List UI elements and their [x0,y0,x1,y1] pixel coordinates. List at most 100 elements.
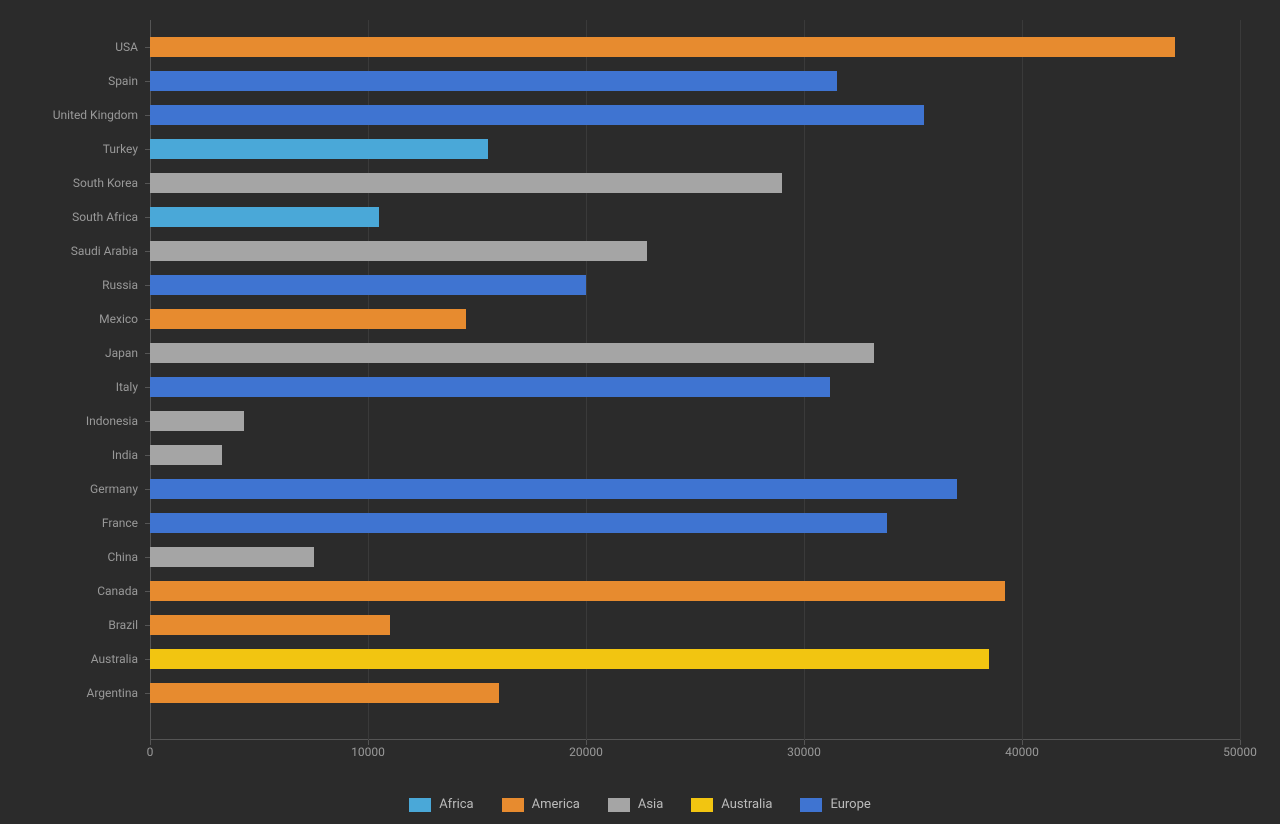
y-axis-label: USA [8,30,138,64]
legend-label: America [532,797,580,812]
y-tick [145,319,150,320]
y-axis-label: Saudi Arabia [8,234,138,268]
bar[interactable] [150,445,222,465]
y-axis-label: Australia [8,642,138,676]
bar-row [150,540,1240,574]
y-axis-label: Turkey [8,132,138,166]
y-tick [145,285,150,286]
chart-container: AfricaAmericaAsiaAustraliaEurope 0100002… [0,0,1280,824]
y-tick [145,183,150,184]
bar[interactable] [150,275,586,295]
y-tick [145,353,150,354]
legend-swatch [800,798,822,812]
legend: Africa America Asia Australia Europe [0,797,1280,812]
legend-swatch [691,798,713,812]
bar-row [150,438,1240,472]
x-tick-label: 30000 [787,745,821,759]
bar-row [150,608,1240,642]
y-axis-label: India [8,438,138,472]
y-axis-label: Spain [8,64,138,98]
y-tick [145,421,150,422]
y-axis-label: South Korea [8,166,138,200]
y-tick [145,523,150,524]
legend-swatch [502,798,524,812]
legend-label: Africa [439,797,473,812]
y-axis-label: Canada [8,574,138,608]
y-tick [145,115,150,116]
legend-label: Australia [721,797,772,812]
y-axis-label: Mexico [8,302,138,336]
y-tick [145,251,150,252]
y-tick [145,625,150,626]
bar[interactable] [150,581,1005,601]
bar-row [150,676,1240,710]
legend-swatch [608,798,630,812]
y-tick [145,591,150,592]
y-tick [145,81,150,82]
bar-row [150,642,1240,676]
y-axis-label: Germany [8,472,138,506]
bar-row [150,472,1240,506]
bar[interactable] [150,615,390,635]
x-tick-label: 10000 [351,745,385,759]
bar-row [150,30,1240,64]
x-tick-label: 40000 [1005,745,1039,759]
bar-row [150,574,1240,608]
y-tick [145,47,150,48]
bar[interactable] [150,683,499,703]
legend-item[interactable]: Asia [608,797,663,812]
x-tick-label: 0 [147,745,154,759]
y-tick [145,217,150,218]
gridline [1240,20,1241,740]
y-axis-label: Indonesia [8,404,138,438]
legend-label: Europe [830,797,870,812]
y-tick [145,149,150,150]
y-axis-label: Argentina [8,676,138,710]
x-axis-line [150,739,1240,740]
legend-item[interactable]: America [502,797,580,812]
bar[interactable] [150,343,874,363]
bar[interactable] [150,547,314,567]
legend-item[interactable]: Africa [409,797,473,812]
bar-row [150,268,1240,302]
legend-item[interactable]: Europe [800,797,870,812]
bar[interactable] [150,649,989,669]
y-tick [145,693,150,694]
bar[interactable] [150,173,782,193]
bar[interactable] [150,71,837,91]
bar-row [150,370,1240,404]
bar[interactable] [150,513,887,533]
bar-row [150,506,1240,540]
bar[interactable] [150,411,244,431]
bar[interactable] [150,207,379,227]
bar[interactable] [150,139,488,159]
y-tick [145,387,150,388]
y-tick [145,489,150,490]
bar-row [150,132,1240,166]
bar-row [150,302,1240,336]
bar-row [150,98,1240,132]
y-tick [145,455,150,456]
bar-row [150,64,1240,98]
legend-swatch [409,798,431,812]
bar[interactable] [150,37,1175,57]
y-axis-label: Italy [8,370,138,404]
legend-item[interactable]: Australia [691,797,772,812]
y-axis-label: United Kingdom [8,98,138,132]
y-axis-label: Brazil [8,608,138,642]
bar[interactable] [150,377,830,397]
y-axis-label: Russia [8,268,138,302]
x-tick-label: 50000 [1223,745,1257,759]
bar[interactable] [150,241,647,261]
y-axis-label: Japan [8,336,138,370]
y-tick [145,557,150,558]
bar[interactable] [150,309,466,329]
bar-row [150,404,1240,438]
bar-row [150,166,1240,200]
bar-row [150,234,1240,268]
bar[interactable] [150,479,957,499]
bar-row [150,200,1240,234]
bar-row [150,336,1240,370]
legend-label: Asia [638,797,663,812]
bar[interactable] [150,105,924,125]
